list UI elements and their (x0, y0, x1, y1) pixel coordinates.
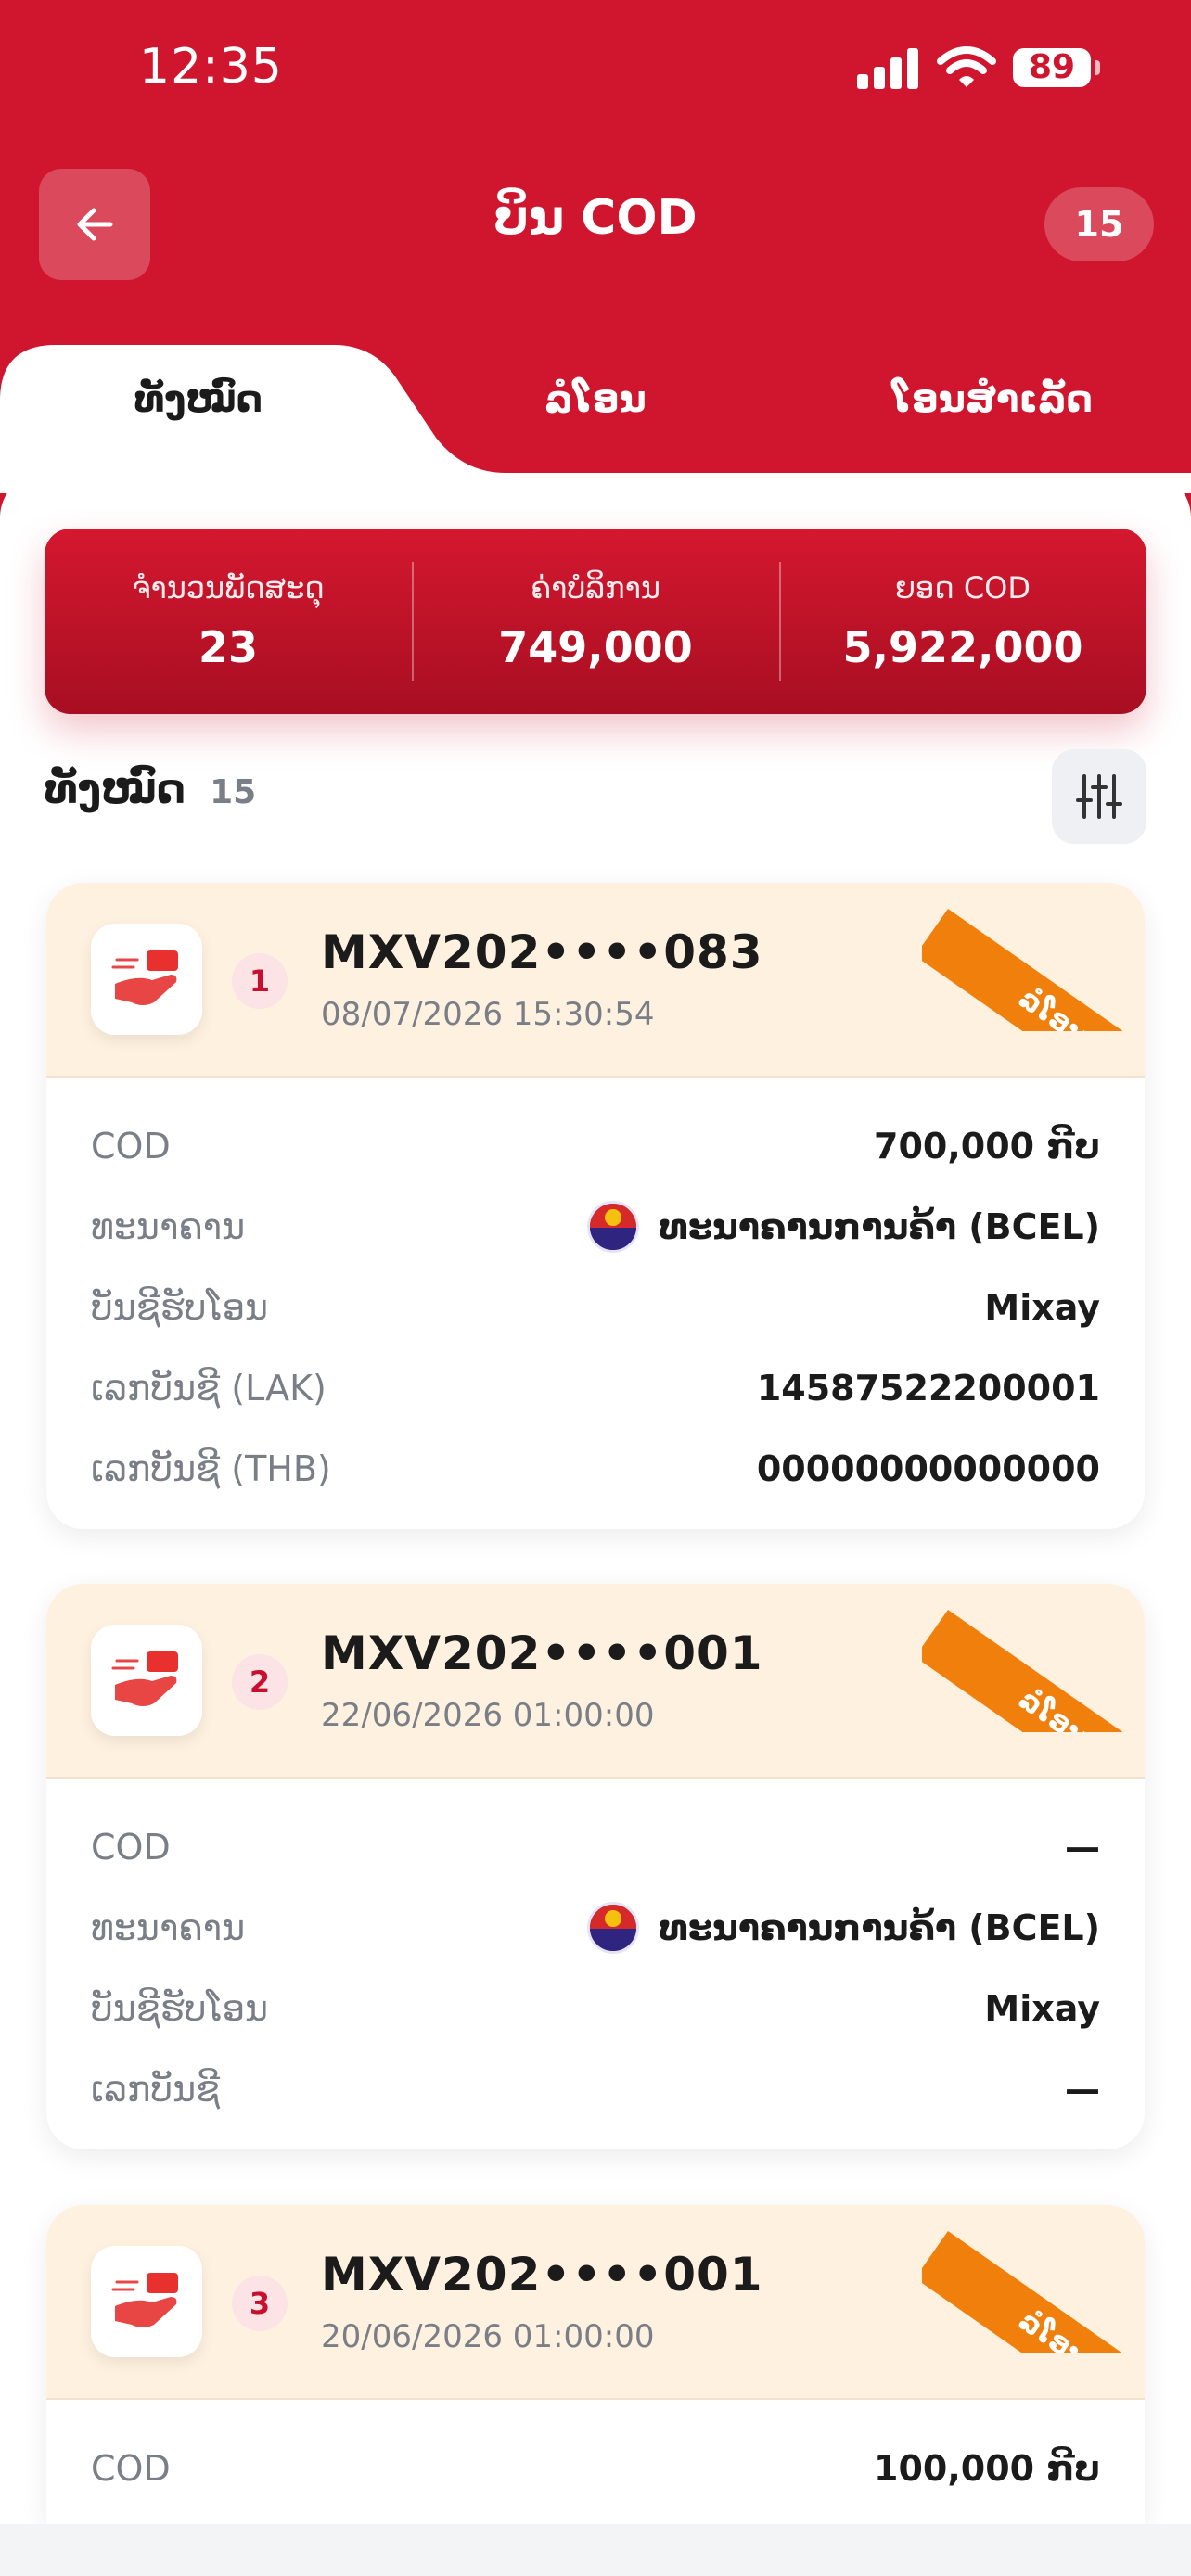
cod-hand-icon (91, 1625, 202, 1736)
status-ribbon: ລໍໂອນ (922, 2205, 1145, 2353)
cod-hand-icon (91, 924, 202, 1035)
row-value: 100,000 ກີບ (874, 2447, 1100, 2489)
summary-value: 749,000 (498, 622, 693, 672)
cod-bill-card[interactable]: 1 MXV202••••083 08/07/2026 15:30:54 ລໍໂອ… (46, 883, 1145, 1529)
row-value-bank: ທະນາຄານການຄ້າ (BCEL) (586, 1200, 1100, 1253)
bottom-safe-area (0, 2524, 1191, 2576)
filter-button[interactable] (1052, 749, 1146, 844)
bill-datetime: 20/06/2026 01:00:00 (321, 2318, 655, 2355)
tracking-number: MXV202••••083 (321, 925, 763, 979)
battery-tip (1095, 60, 1100, 75)
row-value: 14587522200001 (756, 1367, 1100, 1409)
card-index: 1 (232, 953, 288, 1009)
tab-completed[interactable]: ໂອນສຳເລັດ (794, 378, 1191, 421)
status-bar: 12:35 89 (0, 0, 1191, 139)
card-body: COD 700,000 ກີບ ທະນາຄານ ທະນາຄານການຄ້າ (B… (46, 1078, 1145, 1529)
detail-row-account-name: ບັນຊີຮັບໂອນ Mixay (91, 1267, 1100, 1347)
detail-row-account-thb: ເລກບັນຊີ (THB) 00000000000000 (91, 1428, 1100, 1509)
row-label: ທະນາຄານ (91, 1205, 246, 1247)
row-label: ເລກບັນຊີ (LAK) (91, 1367, 327, 1409)
card-body: COD 100,000 ກີບ (46, 2400, 1145, 2524)
status-ribbon-label: ລໍໂອນ (922, 2231, 1145, 2353)
cod-bill-card[interactable]: 2 MXV202••••001 22/06/2026 01:00:00 ລໍໂອ… (46, 1584, 1145, 2149)
summary-parcels: ຈຳນວນພັດສະດຸ 23 (45, 529, 412, 714)
tab-bar: ທັງໝົດ ລໍໂອນ ໂອນສຳເລັດ (0, 345, 1191, 493)
section-title: ທັງໝົດ (45, 766, 186, 813)
summary-service-fee: ຄ່າບໍລິການ 749,000 (412, 529, 779, 714)
cod-hand-icon (91, 2246, 202, 2357)
tracking-number: MXV202••••001 (321, 2248, 763, 2302)
bill-datetime: 22/06/2026 01:00:00 (321, 1697, 655, 1734)
detail-row-account: ເລກບັນຊີ — (91, 2048, 1100, 2129)
row-label: ເລກບັນຊີ (THB) (91, 1447, 331, 1489)
detail-row-cod: COD 700,000 ກີບ (91, 1105, 1100, 1186)
bcel-logo (586, 1901, 639, 1954)
row-value: 700,000 ກີບ (874, 1125, 1100, 1167)
row-label: COD (91, 2447, 171, 2489)
cod-bill-card[interactable]: 3 MXV202••••001 20/06/2026 01:00:00 ລໍໂອ… (46, 2205, 1145, 2524)
sliders-icon (1076, 774, 1122, 819)
detail-row-account-lak: ເລກບັນຊີ (LAK) 14587522200001 (91, 1347, 1100, 1428)
row-value: 00000000000000 (756, 1447, 1100, 1489)
detail-row-bank: ທະນາຄານ ທະນາຄານການຄ້າ (BCEL) (91, 1186, 1100, 1267)
wifi-icon (937, 46, 996, 87)
summary-cod-total: ຍອດ COD 5,922,000 (779, 529, 1146, 714)
detail-row-cod: COD — (91, 1806, 1100, 1887)
row-label: COD (91, 1125, 171, 1167)
detail-row-bank: ທະນາຄານ ທະນາຄານການຄ້າ (BCEL) (91, 1887, 1100, 1968)
tab-pending[interactable]: ລໍໂອນ (397, 378, 794, 421)
row-label: COD (91, 1826, 171, 1868)
battery-icon: 89 (1013, 48, 1091, 87)
detail-row-account-name: ບັນຊີຮັບໂອນ Mixay (91, 1968, 1100, 2048)
bcel-logo (586, 1200, 639, 1253)
summary-label: ຈຳນວນພັດສະດຸ (132, 570, 325, 606)
status-ribbon: ລໍໂອນ (922, 883, 1145, 1031)
card-index: 3 (232, 2276, 288, 2331)
card-header: 1 MXV202••••083 08/07/2026 15:30:54 ລໍໂອ… (46, 883, 1145, 1078)
summary-value: 23 (198, 622, 258, 672)
card-index: 2 (232, 1654, 288, 1710)
detail-row-cod: COD 100,000 ກີບ (91, 2428, 1100, 2508)
summary-label: ຍອດ COD (894, 570, 1031, 606)
status-ribbon-label: ລໍໂອນ (922, 1610, 1145, 1732)
page-title: ບິນ COD (493, 190, 698, 246)
summary-card: ຈຳນວນພັດສະດຸ 23 ຄ່າບໍລິການ 749,000 ຍອດ C… (45, 529, 1146, 714)
section-count: 15 (210, 773, 257, 811)
section-header: ທັງໝົດ 15 (45, 766, 256, 813)
summary-value: 5,922,000 (842, 622, 1083, 672)
row-value: Mixay (984, 1286, 1100, 1328)
row-value: — (1065, 1826, 1100, 1868)
signal-icon (857, 46, 920, 89)
summary-label: ຄ່າບໍລິການ (531, 570, 660, 606)
row-label: ເລກບັນຊີ (91, 2068, 221, 2110)
row-value: Mixay (984, 1987, 1100, 2029)
card-header: 3 MXV202••••001 20/06/2026 01:00:00 ລໍໂອ… (46, 2205, 1145, 2400)
bill-datetime: 08/07/2026 15:30:54 (321, 996, 655, 1033)
status-time: 12:35 (139, 39, 283, 95)
tab-all[interactable]: ທັງໝົດ (0, 378, 397, 421)
row-label: ທະນາຄານ (91, 1906, 246, 1948)
total-count-badge: 15 (1044, 187, 1154, 261)
card-header: 2 MXV202••••001 22/06/2026 01:00:00 ລໍໂອ… (46, 1584, 1145, 1779)
bank-name: ທະນາຄານການຄ້າ (BCEL) (659, 1906, 1100, 1948)
row-label: ບັນຊີຮັບໂອນ (91, 1987, 269, 2029)
status-ribbon-label: ລໍໂອນ (922, 909, 1145, 1031)
status-ribbon: ລໍໂອນ (922, 1584, 1145, 1732)
row-value-bank: ທະນາຄານການຄ້າ (BCEL) (586, 1901, 1100, 1954)
row-label: ບັນຊີຮັບໂອນ (91, 1286, 269, 1328)
row-value: — (1065, 2068, 1100, 2110)
card-body: COD — ທະນາຄານ ທະນາຄານການຄ້າ (BCEL) ບັນຊີ… (46, 1779, 1145, 2149)
bank-name: ທະນາຄານການຄ້າ (BCEL) (659, 1205, 1100, 1247)
tracking-number: MXV202••••001 (321, 1626, 763, 1680)
